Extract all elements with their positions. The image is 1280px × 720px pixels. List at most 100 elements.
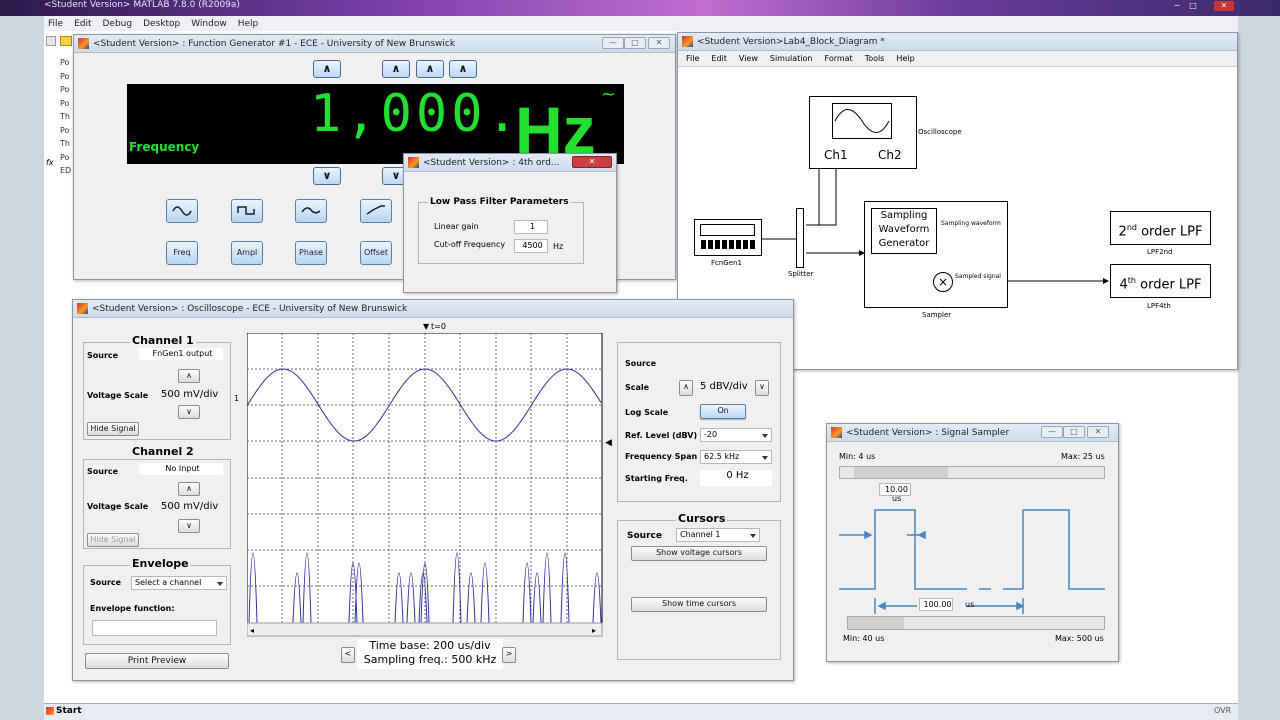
print-preview-button[interactable]: Print Preview bbox=[85, 653, 229, 669]
menu-debug[interactable]: Debug bbox=[103, 19, 133, 29]
menu-file[interactable]: File bbox=[48, 19, 63, 29]
ref-level-select[interactable]: -20 bbox=[700, 428, 772, 442]
sampler-block[interactable]: Sampling Waveform Generator Sampling wavef… bbox=[864, 201, 1008, 308]
prev-button[interactable]: < bbox=[341, 647, 355, 663]
close-icon[interactable]: ✕ bbox=[1214, 1, 1234, 11]
sine-wave-button[interactable] bbox=[166, 199, 198, 223]
up-arrow-button[interactable]: ∧ bbox=[449, 60, 477, 78]
maximize-icon[interactable]: □ bbox=[1186, 1, 1200, 11]
multiplier-icon: × bbox=[933, 272, 953, 292]
period-unit: us bbox=[965, 600, 975, 609]
ch2-port: Ch2 bbox=[878, 148, 902, 162]
close-button[interactable]: ✕ bbox=[572, 156, 612, 168]
title-bar: <Student Version> : Oscilloscope - ECE -… bbox=[73, 300, 793, 318]
offset-button[interactable]: Offset bbox=[360, 241, 392, 265]
ch1-scale-down-button[interactable]: ∨ bbox=[178, 405, 200, 419]
frequency-span-select[interactable]: 62.5 kHz bbox=[700, 450, 772, 464]
minimize-button[interactable]: — bbox=[1041, 426, 1063, 438]
splitter-block[interactable] bbox=[796, 208, 804, 268]
lcd-display: 1,000. Hz ~ Frequency bbox=[127, 84, 624, 167]
maximize-button[interactable]: □ bbox=[624, 37, 646, 49]
triangle-wave-button[interactable] bbox=[295, 199, 327, 223]
envelope-function-label: Envelope function: bbox=[90, 604, 175, 613]
starting-freq-value: 0 Hz bbox=[700, 470, 772, 486]
parameter-label: Frequency bbox=[129, 140, 200, 154]
menu-desktop[interactable]: Desktop bbox=[143, 19, 180, 29]
svg-text:▸: ▸ bbox=[592, 626, 596, 635]
command-history: Po Po Po Po Th Po Th Po ED bbox=[60, 58, 72, 175]
window-title: <Student Version> : 4th ord... bbox=[423, 158, 560, 168]
minimize-icon[interactable]: ─ bbox=[1170, 1, 1184, 11]
trigger-marker-icon: ◀ bbox=[605, 438, 612, 448]
ch1-port: Ch1 bbox=[824, 148, 848, 162]
t0-label: t=0 bbox=[431, 322, 446, 331]
lpf2-block[interactable]: 2nd order LPF bbox=[1110, 211, 1211, 245]
ch2-scale-down-button[interactable]: ∨ bbox=[178, 519, 200, 533]
minimize-button[interactable]: — bbox=[602, 37, 624, 49]
matlab-start-icon bbox=[46, 707, 54, 715]
show-voltage-cursors-button[interactable]: Show voltage cursors bbox=[631, 546, 767, 561]
ch2-source-label: Source bbox=[87, 467, 119, 476]
ch2-source-field: No Input bbox=[139, 463, 223, 475]
menu-edit[interactable]: Edit bbox=[74, 19, 91, 29]
lpf4-label: LPF4th bbox=[1147, 302, 1171, 310]
starting-freq-label: Starting Freq. bbox=[625, 474, 688, 483]
down-arrow-button[interactable]: ∨ bbox=[313, 167, 341, 185]
width-slider-thumb[interactable] bbox=[854, 467, 948, 478]
up-arrow-button[interactable]: ∧ bbox=[416, 60, 444, 78]
gain-input[interactable]: 1 bbox=[514, 220, 548, 234]
envelope-source-select[interactable]: Select a channel bbox=[131, 576, 227, 590]
open-folder-icon[interactable] bbox=[60, 36, 72, 46]
envelope-title: Envelope bbox=[130, 557, 191, 570]
title-bar: <Student Version> : Function Generator #… bbox=[74, 35, 675, 53]
close-button[interactable]: ✕ bbox=[648, 37, 670, 49]
period-slider[interactable] bbox=[847, 616, 1105, 630]
period-slider-thumb[interactable] bbox=[848, 617, 904, 629]
sawtooth-wave-button[interactable] bbox=[360, 199, 392, 223]
ch1-hide-signal-button[interactable]: Hide Signal bbox=[87, 422, 139, 436]
title-bar: <Student Version> : Signal Sampler — □ ✕ bbox=[827, 424, 1118, 442]
phase-button[interactable]: Phase bbox=[295, 241, 327, 265]
scope-screen bbox=[832, 103, 892, 139]
min-period-label: Min: 40 us bbox=[843, 634, 885, 643]
ch2-voltage-scale: 500 mV/div bbox=[161, 501, 219, 512]
lpf2-label: LPF2nd bbox=[1147, 248, 1173, 256]
menu-help[interactable]: Help bbox=[238, 19, 259, 29]
show-time-cursors-button[interactable]: Show time cursors bbox=[631, 597, 767, 612]
square-wave-button[interactable] bbox=[231, 199, 263, 223]
up-arrow-button[interactable]: ∧ bbox=[313, 60, 341, 78]
channel1-title: Channel 1 bbox=[130, 334, 196, 347]
scale-up-button[interactable]: ∧ bbox=[679, 380, 693, 396]
ch1-source-field: FnGen1 output bbox=[139, 348, 223, 360]
close-button[interactable]: ✕ bbox=[1087, 426, 1109, 438]
freq-button[interactable]: Freq bbox=[166, 241, 198, 265]
scale-label: Scale bbox=[625, 383, 650, 392]
signal-sampler-window: <Student Version> : Signal Sampler — □ ✕ M… bbox=[826, 423, 1119, 662]
period-input[interactable]: 100.00 bbox=[919, 598, 953, 611]
lpf-group bbox=[418, 202, 584, 264]
spectrum-source-label: Source bbox=[625, 359, 657, 368]
gain-label: Linear gain bbox=[434, 222, 479, 231]
function-generator-block[interactable] bbox=[694, 219, 762, 256]
menu-window[interactable]: Window bbox=[191, 19, 227, 29]
cutoff-input[interactable]: 4500 bbox=[514, 239, 548, 253]
matlab-icon bbox=[78, 38, 89, 49]
ch2-scale-up-button[interactable]: ∧ bbox=[178, 482, 200, 496]
ampl-button[interactable]: Ampl bbox=[231, 241, 263, 265]
cursor-source-label: Source bbox=[627, 531, 662, 541]
channel2-title: Channel 2 bbox=[130, 445, 196, 458]
scale-down-button[interactable]: ∨ bbox=[755, 380, 769, 396]
oscilloscope-block[interactable]: Ch1 Ch2 bbox=[809, 96, 917, 169]
cursor-source-select[interactable]: Channel 1 bbox=[676, 528, 760, 542]
up-arrow-button[interactable]: ∧ bbox=[382, 60, 410, 78]
log-scale-toggle[interactable]: On bbox=[700, 404, 746, 419]
new-file-icon[interactable] bbox=[46, 36, 56, 46]
lpf4-block[interactable]: 4th order LPF bbox=[1110, 264, 1211, 298]
envelope-function-input[interactable] bbox=[92, 620, 217, 636]
ch1-scale-up-button[interactable]: ∧ bbox=[178, 369, 200, 383]
maximize-button[interactable]: □ bbox=[1063, 426, 1085, 438]
ch2-hide-signal-button[interactable]: Hide Signal bbox=[87, 533, 139, 547]
cutoff-label: Cut-off Frequency bbox=[434, 240, 506, 249]
next-button[interactable]: > bbox=[502, 647, 516, 663]
envelope-source-label: Source bbox=[90, 578, 122, 587]
